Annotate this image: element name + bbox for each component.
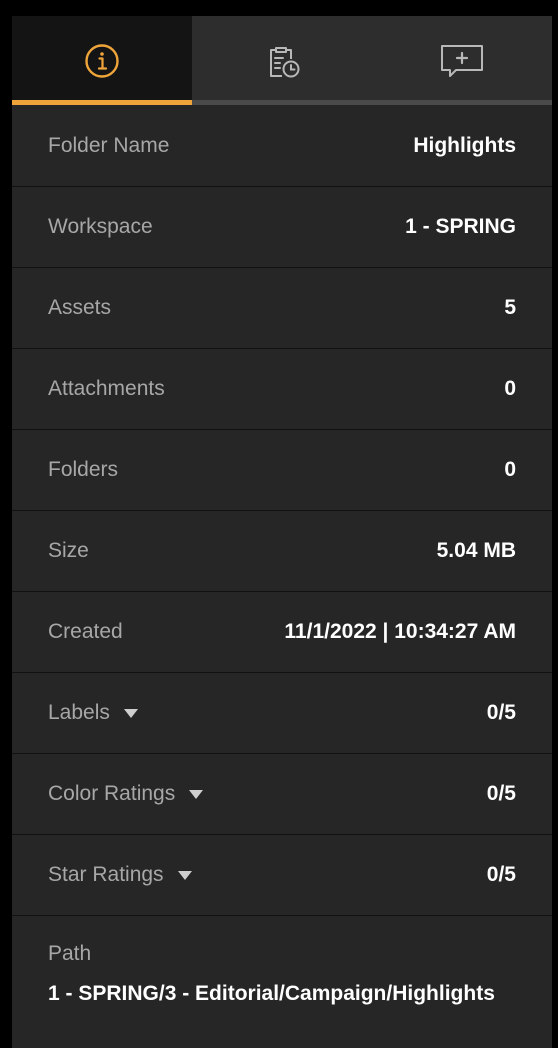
comment-add-icon [439, 42, 485, 80]
size-value: 5.04 MB [436, 539, 516, 562]
tab-underline [372, 100, 552, 105]
detail-row-workspace: Workspace 1 - SPRING [12, 186, 552, 267]
labels-label: Labels [48, 701, 110, 724]
attachments-label: Attachments [48, 377, 165, 400]
detail-row-size: Size 5.04 MB [12, 510, 552, 591]
size-label: Size [48, 539, 89, 562]
panel-tabs [12, 16, 552, 105]
folder-name-label: Folder Name [48, 133, 170, 157]
tab-underline-active [12, 100, 192, 105]
clipboard-clock-icon [263, 42, 301, 80]
path-label: Path [48, 942, 92, 965]
caret-down-icon[interactable] [123, 708, 138, 718]
detail-row-folder-name: Folder Name Highlights [12, 105, 552, 186]
detail-row-attachments: Attachments 0 [12, 348, 552, 429]
details-list: Folder Name Highlights Workspace 1 - SPR… [12, 105, 552, 1035]
folders-value: 0 [504, 458, 516, 481]
detail-row-assets: Assets 5 [12, 267, 552, 348]
color-ratings-value: 0/5 [486, 782, 516, 805]
labels-value: 0/5 [486, 701, 516, 724]
path-value: 1 - SPRING/3 - Editorial/Campaign/Highli… [48, 982, 495, 1005]
folders-label: Folders [48, 458, 119, 481]
folder-info-panel: Folder Name Highlights Workspace 1 - SPR… [12, 16, 552, 1048]
detail-row-path: Path 1 - SPRING/3 - Editorial/Campaign/H… [12, 915, 552, 1035]
folder-name-value: Highlights [413, 133, 516, 157]
star-ratings-label: Star Ratings [48, 863, 164, 886]
attachments-value: 0 [504, 377, 516, 400]
star-ratings-dropdown[interactable]: Star Ratings [48, 863, 192, 887]
tab-info[interactable] [12, 16, 192, 105]
workspace-label: Workspace [48, 215, 153, 238]
assets-value: 5 [504, 296, 516, 319]
detail-row-created: Created 11/1/2022 | 10:34:27 AM [12, 591, 552, 672]
star-ratings-value: 0/5 [486, 863, 516, 886]
assets-label: Assets [48, 296, 112, 319]
detail-row-labels: Labels 0/5 [12, 672, 552, 753]
caret-down-icon[interactable] [177, 870, 192, 880]
labels-dropdown[interactable]: Labels [48, 701, 138, 725]
color-ratings-label: Color Ratings [48, 782, 176, 805]
color-ratings-dropdown[interactable]: Color Ratings [48, 782, 204, 806]
detail-row-star-ratings: Star Ratings 0/5 [12, 834, 552, 915]
caret-down-icon[interactable] [189, 789, 204, 799]
info-icon [84, 43, 120, 79]
tab-comments[interactable] [372, 16, 552, 105]
tab-underline [192, 100, 372, 105]
detail-row-folders: Folders 0 [12, 429, 552, 510]
created-value: 11/1/2022 | 10:34:27 AM [284, 620, 516, 643]
detail-row-color-ratings: Color Ratings 0/5 [12, 753, 552, 834]
tab-activity[interactable] [192, 16, 372, 105]
created-label: Created [48, 620, 123, 643]
workspace-value: 1 - SPRING [405, 215, 516, 238]
